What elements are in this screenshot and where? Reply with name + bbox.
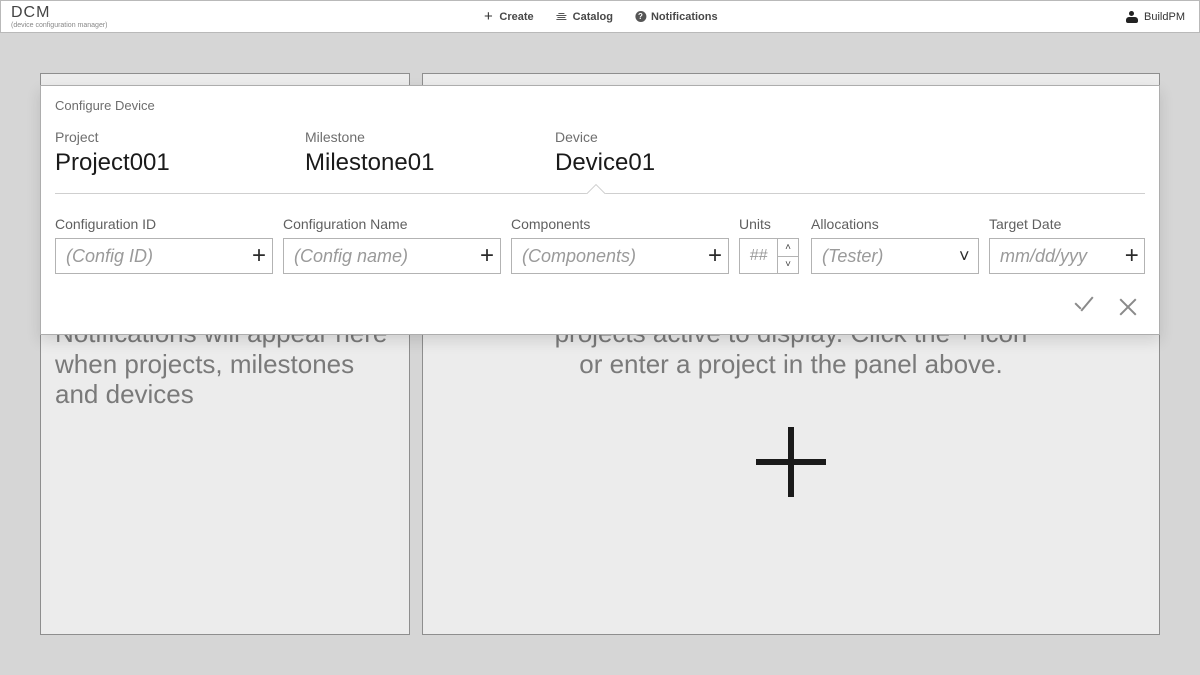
question-icon: ? [635, 11, 646, 22]
crumb-project[interactable]: Project Project001 [55, 129, 285, 193]
top-bar: DCM (device configuration manager) Creat… [0, 0, 1200, 33]
nav-catalog[interactable]: Catalog [556, 11, 613, 23]
nav-create-label: Create [499, 11, 533, 23]
units-stepper: ˄ ˅ [739, 238, 801, 274]
chevron-down-icon: ˅ [950, 239, 978, 273]
units-stepper-buttons: ˄ ˅ [777, 238, 799, 274]
input-configuration-name[interactable] [284, 239, 474, 273]
list-icon [556, 11, 568, 23]
brand-subtitle: (device configuration manager) [11, 22, 108, 29]
breadcrumb-notch [583, 181, 609, 194]
input-wrap-components: + [511, 238, 729, 274]
add-configuration-id-button[interactable]: + [246, 239, 272, 273]
label-units: Units [739, 216, 801, 232]
input-allocations[interactable] [812, 239, 950, 273]
add-components-button[interactable]: + [702, 239, 728, 273]
input-components[interactable] [512, 239, 702, 273]
configure-device-modal: Configure Device Project Project001 Mile… [40, 85, 1160, 335]
nav-user-label: BuildPM [1144, 11, 1185, 23]
crumb-device-value: Device01 [555, 149, 745, 177]
field-target-date: Target Date + [989, 216, 1145, 274]
input-configuration-id[interactable] [56, 239, 246, 273]
label-components: Components [511, 216, 729, 232]
add-project-button[interactable] [756, 427, 826, 497]
label-configuration-id: Configuration ID [55, 216, 273, 232]
form-row: Configuration ID + Configuration Name + … [55, 194, 1145, 274]
field-allocations: Allocations ˅ [811, 216, 979, 274]
workspace: Notifications will appear here when proj… [0, 33, 1200, 675]
add-target-date-button[interactable]: + [1119, 239, 1144, 273]
modal-title: Configure Device [55, 98, 1145, 113]
field-units: Units ˄ ˅ [739, 216, 801, 274]
label-target-date: Target Date [989, 216, 1145, 232]
select-allocations[interactable]: ˅ [811, 238, 979, 274]
crumb-device-label: Device [555, 129, 745, 145]
label-configuration-name: Configuration Name [283, 216, 501, 232]
nav-catalog-label: Catalog [573, 11, 613, 23]
crumb-milestone[interactable]: Milestone Milestone01 [305, 129, 535, 193]
input-wrap-configuration-id: + [55, 238, 273, 274]
nav-notifications-label: Notifications [651, 11, 718, 23]
field-configuration-name: Configuration Name + [283, 216, 501, 274]
brand: DCM (device configuration manager) [1, 5, 108, 29]
nav-create[interactable]: Create [482, 11, 533, 23]
modal-actions [55, 274, 1145, 320]
breadcrumb: Project Project001 Milestone Milestone01… [55, 129, 1145, 194]
label-allocations: Allocations [811, 216, 979, 232]
field-components: Components + [511, 216, 729, 274]
units-decrement-button[interactable]: ˅ [778, 257, 798, 274]
units-increment-button[interactable]: ˄ [778, 239, 798, 257]
input-wrap-target-date: + [989, 238, 1145, 274]
crumb-milestone-value: Milestone01 [305, 149, 495, 177]
input-target-date[interactable] [990, 239, 1119, 273]
crumb-milestone-label: Milestone [305, 129, 495, 145]
crumb-project-label: Project [55, 129, 245, 145]
field-configuration-id: Configuration ID + [55, 216, 273, 274]
input-wrap-configuration-name: + [283, 238, 501, 274]
plus-icon [482, 11, 494, 23]
brand-title: DCM [11, 5, 108, 21]
nav-user[interactable]: BuildPM [1126, 11, 1199, 23]
input-units[interactable] [739, 238, 777, 274]
confirm-button[interactable] [1071, 294, 1097, 320]
add-configuration-name-button[interactable]: + [474, 239, 500, 273]
nav-center: Create Catalog ? Notifications [482, 1, 717, 32]
nav-notifications[interactable]: ? Notifications [635, 11, 718, 23]
user-icon [1126, 11, 1138, 23]
cancel-button[interactable] [1115, 294, 1141, 320]
crumb-project-value: Project001 [55, 149, 245, 177]
